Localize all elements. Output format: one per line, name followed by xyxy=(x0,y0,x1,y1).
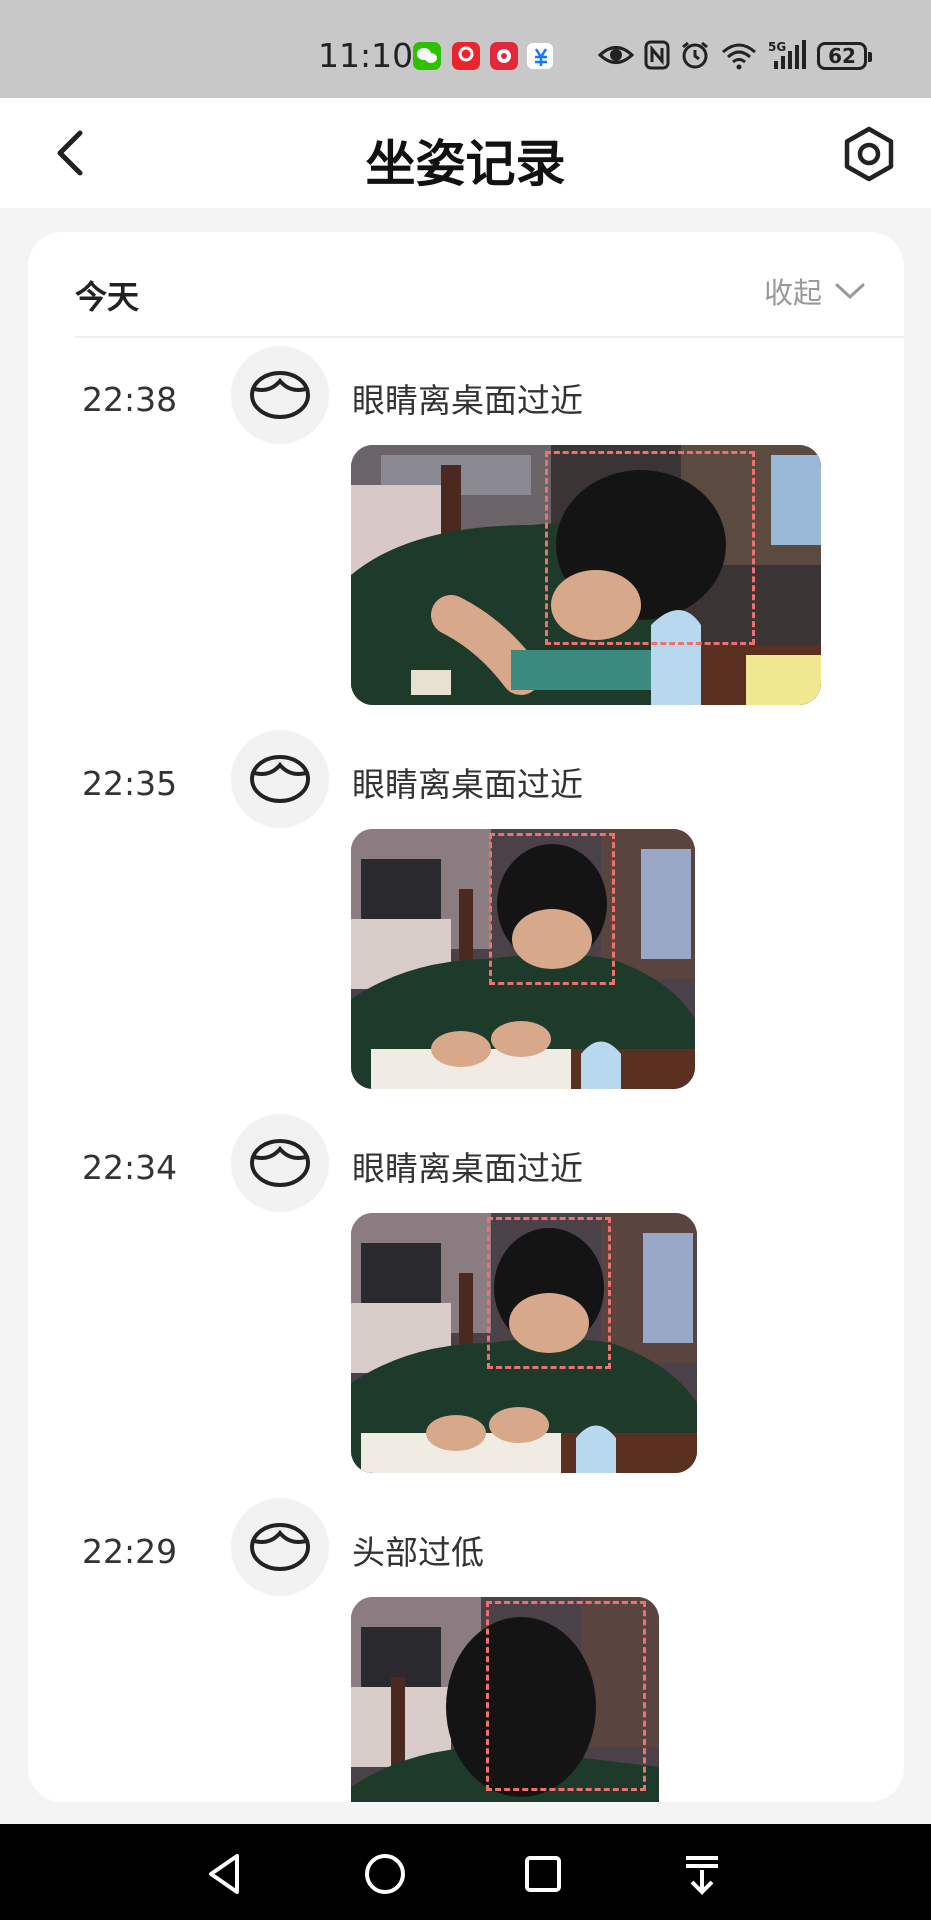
record-text: 头部过低 xyxy=(352,1533,484,1572)
face-icon xyxy=(231,1114,329,1212)
record-time: 22:29 xyxy=(82,1532,178,1571)
day-label: 今天 xyxy=(75,278,140,316)
alarm-icon xyxy=(680,40,710,74)
detection-box xyxy=(487,1217,611,1369)
face-icon xyxy=(231,1498,329,1596)
notification-pull-icon[interactable] xyxy=(674,1846,730,1902)
record-photo[interactable] xyxy=(351,445,821,705)
system-icons: 5G xyxy=(597,39,810,75)
wifi-icon xyxy=(720,40,758,74)
svg-text:5G: 5G xyxy=(768,40,786,54)
5g-signal-icon: 5G xyxy=(768,39,810,75)
record-time: 22:34 xyxy=(82,1148,178,1187)
record-photo[interactable] xyxy=(351,829,695,1089)
record-photo[interactable] xyxy=(351,1213,697,1473)
record-time: 22:38 xyxy=(82,380,178,419)
record-card: 今天 收起 22:38 眼睛离桌面过近 22:35 眼睛离桌面过近 22:34 … xyxy=(28,232,904,1802)
divider xyxy=(75,336,904,338)
app-red2-icon xyxy=(490,42,518,70)
record-text: 眼睛离桌面过近 xyxy=(352,1149,583,1188)
alipay-icon xyxy=(526,42,554,70)
detection-box xyxy=(486,1601,646,1791)
system-nav-bar xyxy=(0,1824,931,1920)
status-bar: 11:10 5G 62 xyxy=(0,0,931,98)
recents-square-icon[interactable] xyxy=(515,1846,571,1902)
detection-box xyxy=(545,451,755,645)
detection-box xyxy=(489,833,615,985)
record-time: 22:35 xyxy=(82,764,178,803)
back-triangle-icon[interactable] xyxy=(197,1846,253,1902)
record-text: 眼睛离桌面过近 xyxy=(352,381,583,420)
battery-indicator: 62 xyxy=(817,42,872,70)
page-title: 坐姿记录 xyxy=(365,135,566,193)
face-icon xyxy=(231,730,329,828)
app-red-icon xyxy=(452,42,480,70)
record-photo[interactable] xyxy=(351,1597,659,1802)
collapse-button[interactable]: 收起 xyxy=(764,270,866,312)
status-time: 11:10 xyxy=(318,36,414,75)
nfc-icon xyxy=(644,40,670,74)
record-text: 眼睛离桌面过近 xyxy=(352,765,583,804)
app-header: 坐姿记录 xyxy=(0,98,931,208)
settings-icon[interactable] xyxy=(840,125,898,183)
chevron-down-icon xyxy=(834,274,866,308)
wechat-icon xyxy=(413,42,441,70)
face-icon xyxy=(231,346,329,444)
eye-icon xyxy=(597,42,635,72)
home-circle-icon[interactable] xyxy=(357,1846,413,1902)
collapse-label: 收起 xyxy=(763,276,822,310)
